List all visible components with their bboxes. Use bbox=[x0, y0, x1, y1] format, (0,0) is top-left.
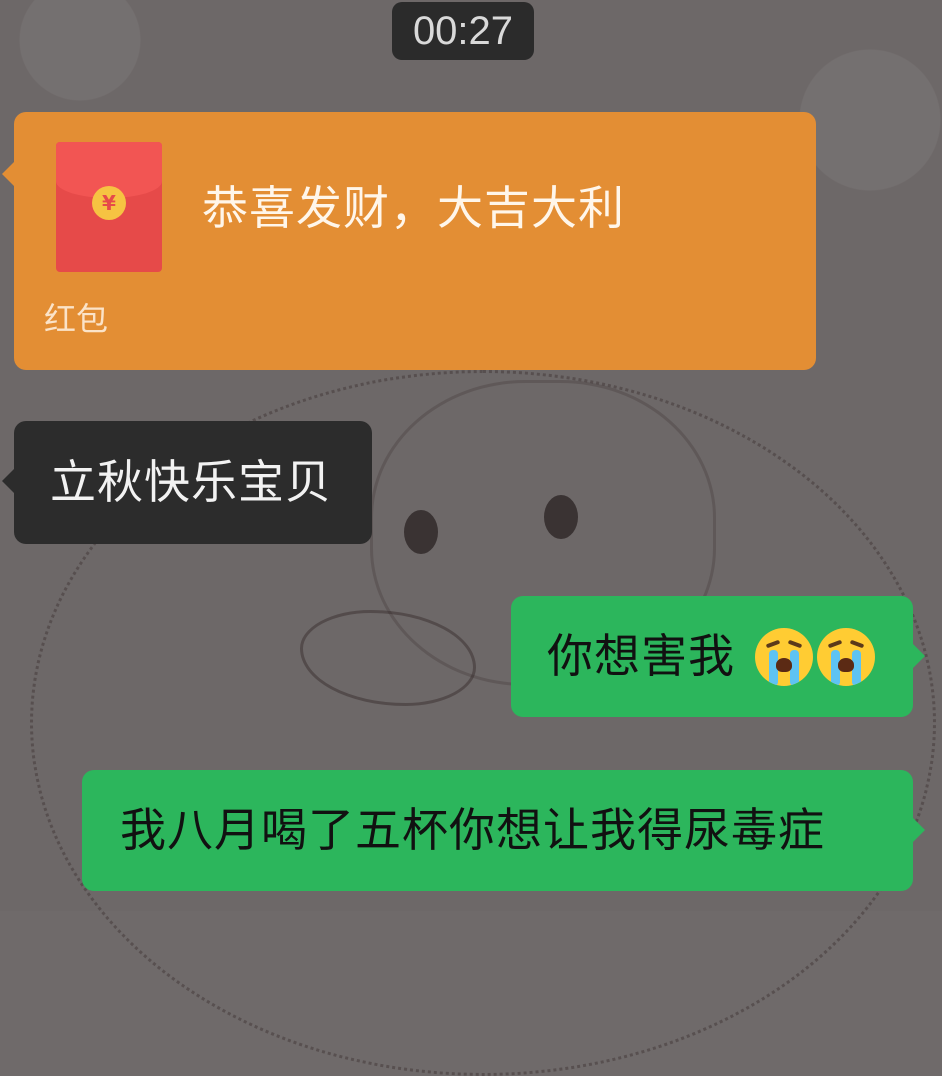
sent-message-bubble[interactable]: 我八月喝了五杯你想让我得尿毒症 bbox=[82, 770, 925, 891]
received-message-bubble[interactable]: 立秋快乐宝贝 bbox=[2, 421, 372, 544]
loudly-crying-face-icon bbox=[755, 628, 813, 686]
red-packet-icon: ¥ bbox=[56, 142, 162, 272]
coin-icon: ¥ bbox=[92, 186, 126, 220]
wallpaper-eye bbox=[404, 510, 438, 554]
message-text: 立秋快乐宝贝 bbox=[50, 455, 332, 509]
red-packet-message[interactable]: ¥ 恭喜发财，大吉大利 红包 bbox=[2, 112, 816, 370]
wallpaper-eye bbox=[544, 495, 578, 539]
message-text: 我八月喝了五杯你想让我得尿毒症 bbox=[120, 803, 825, 857]
red-packet-label: 红包 bbox=[44, 300, 109, 338]
message-text: 你想害我 bbox=[547, 629, 735, 683]
message-timestamp: 00:27 bbox=[392, 2, 534, 60]
red-packet-title: 恭喜发财，大吉大利 bbox=[202, 181, 625, 235]
loudly-crying-face-icon bbox=[817, 628, 875, 686]
sent-message-bubble[interactable]: 你想害我 bbox=[511, 596, 925, 717]
